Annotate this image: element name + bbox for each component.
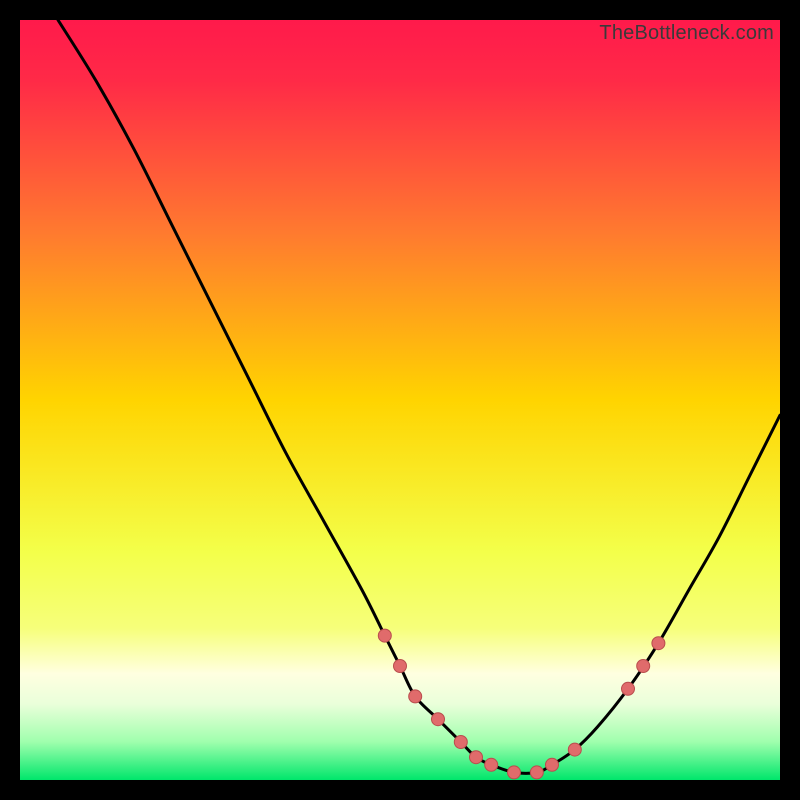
highlight-dot	[508, 766, 521, 779]
highlight-dot	[652, 637, 665, 650]
highlight-dot	[485, 758, 498, 771]
chart-frame: TheBottleneck.com	[20, 20, 780, 780]
highlight-dot	[470, 751, 483, 764]
highlight-dot	[394, 660, 407, 673]
highlight-dot	[409, 690, 422, 703]
highlight-dot	[454, 736, 467, 749]
watermark-text: TheBottleneck.com	[599, 22, 774, 45]
highlight-dot	[622, 682, 635, 695]
highlight-dot	[530, 766, 543, 779]
highlight-dot	[637, 660, 650, 673]
bottleneck-chart	[20, 20, 780, 780]
highlight-dot	[432, 713, 445, 726]
highlight-dot	[378, 629, 391, 642]
highlight-dot	[546, 758, 559, 771]
highlight-dot	[568, 743, 581, 756]
